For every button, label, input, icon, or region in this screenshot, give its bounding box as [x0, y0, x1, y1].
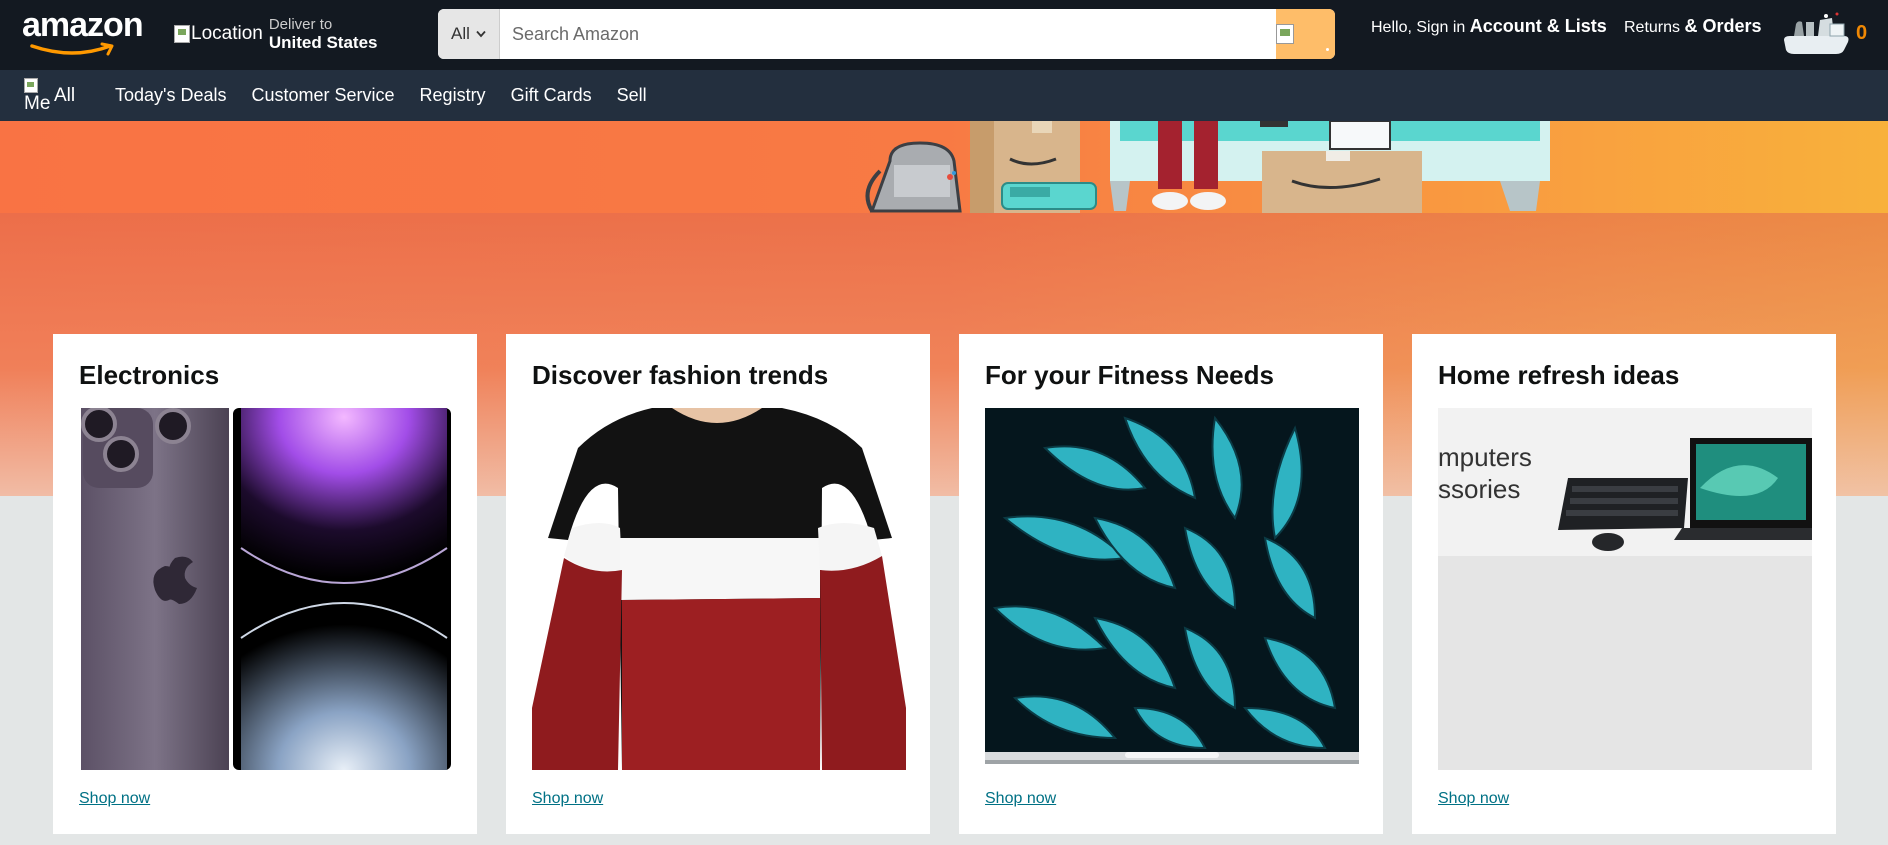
- card-image-electronics[interactable]: [79, 408, 453, 770]
- menu-all-label: All: [54, 85, 76, 106]
- computers-image: mputers ssories: [1438, 408, 1812, 770]
- card-title: Discover fashion trends: [532, 360, 829, 390]
- card-image-home[interactable]: mputers ssories: [1438, 408, 1812, 770]
- card-fashion: Discover fashion trends Shop now: [506, 334, 930, 834]
- returns-label: Returns: [1624, 19, 1681, 36]
- card-image-fashion[interactable]: [532, 408, 906, 770]
- nav-link-todays-deals[interactable]: Today's Deals: [115, 85, 227, 106]
- account-greeting: Hello, Sign in: [1371, 19, 1466, 36]
- search-category-label: All: [451, 24, 470, 43]
- card-title: Electronics: [79, 360, 220, 390]
- cart-button[interactable]: 0: [1782, 10, 1882, 56]
- nav-link-sell[interactable]: Sell: [617, 85, 647, 106]
- sub-nav: Me All Today's Deals Customer Service Re…: [0, 70, 1888, 121]
- logo-smile-icon: [30, 42, 114, 56]
- search-category-select[interactable]: All: [438, 9, 500, 59]
- menu-all-button[interactable]: Me All: [22, 76, 75, 116]
- deliver-to[interactable]: Location Deliver to United States: [174, 14, 377, 54]
- shop-now-link[interactable]: Shop now: [79, 790, 150, 808]
- sub-nav-links: Today's Deals Customer Service Registry …: [115, 85, 672, 106]
- cart-icon: [1784, 12, 1849, 54]
- card-title: Home refresh ideas: [1438, 360, 1680, 390]
- search-button[interactable]: [1276, 9, 1335, 59]
- card-title: For your Fitness Needs: [985, 360, 1274, 390]
- search-icon: [1276, 24, 1294, 44]
- image-text-accessories: ssories: [1438, 474, 1520, 504]
- image-text-computers: mputers: [1438, 442, 1532, 472]
- shop-now-link[interactable]: Shop now: [985, 790, 1056, 808]
- card-home: Home refresh ideas mputers ssories Shop …: [1412, 334, 1836, 834]
- nav-link-gift-cards[interactable]: Gift Cards: [511, 85, 592, 106]
- orders-label: & Orders: [1684, 16, 1762, 36]
- nav-link-customer-service[interactable]: Customer Service: [252, 85, 395, 106]
- menu-icon: Me: [22, 76, 50, 116]
- shop-now-link[interactable]: Shop now: [532, 790, 603, 808]
- card-image-fitness[interactable]: [985, 408, 1359, 770]
- laptop-image: [985, 408, 1359, 770]
- returns-orders[interactable]: Returns & Orders: [1624, 16, 1762, 37]
- top-nav: amazon Location Deliver to United States…: [0, 0, 1888, 70]
- shop-now-link[interactable]: Shop now: [1438, 790, 1509, 808]
- account-label: Account & Lists: [1469, 16, 1607, 36]
- deliver-text: Deliver to United States: [269, 16, 378, 52]
- cart-count: 0: [1856, 22, 1868, 44]
- account-lists[interactable]: Hello, Sign in Account & Lists: [1371, 16, 1607, 37]
- deliver-line1: Deliver to: [268, 16, 333, 33]
- chevron-down-icon: [476, 30, 486, 38]
- hero-illustration: [865, 121, 1550, 213]
- phone-image: [79, 408, 453, 770]
- card-electronics: Electronics Shop now: [53, 334, 477, 834]
- deliver-line2: United States: [268, 33, 378, 52]
- search-input[interactable]: [500, 9, 1276, 59]
- location-icon: Location: [174, 23, 263, 45]
- card-fitness: For your Fitness Needs Shop now: [959, 334, 1383, 834]
- amazon-logo[interactable]: amazon: [22, 8, 150, 58]
- nav-link-registry[interactable]: Registry: [420, 85, 486, 106]
- tshirt-image: [532, 408, 906, 770]
- logo-text: amazon: [22, 6, 144, 44]
- search-bar: All: [438, 9, 1335, 59]
